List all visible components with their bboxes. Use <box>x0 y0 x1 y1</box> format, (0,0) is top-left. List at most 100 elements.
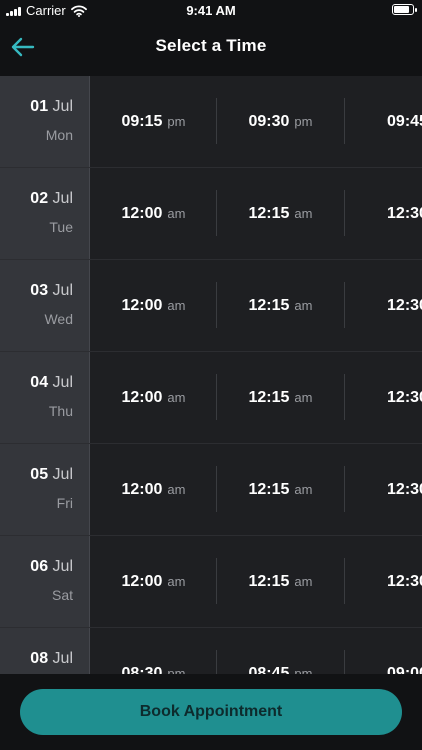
date-cell: 06 Jul Sat <box>0 536 90 627</box>
time-period: am <box>294 390 313 405</box>
time-slot[interactable]: 12:15 am <box>217 444 344 535</box>
time-value: 12:15 <box>248 204 290 222</box>
time-slot[interactable]: 12:00 am <box>90 260 217 351</box>
book-appointment-button[interactable]: Book Appointment <box>20 689 402 735</box>
footer: Book Appointment <box>0 674 422 750</box>
date-day: 02 <box>30 190 49 207</box>
date-cell: 08 Jul <box>0 628 90 674</box>
time-value: 12:00 <box>121 296 163 314</box>
time-value: 12:30 <box>387 204 422 222</box>
date-label: 08 Jul <box>30 650 73 668</box>
date-day: 05 <box>30 466 49 483</box>
time-slot[interactable]: 12:30 <box>344 168 422 259</box>
time-slot[interactable]: 12:30 <box>344 352 422 443</box>
time-period: am <box>294 482 313 497</box>
date-month: Jul <box>52 466 73 483</box>
time-slot[interactable]: 09:00 <box>344 628 422 675</box>
time-period: pm <box>167 114 186 129</box>
schedule-list[interactable]: 01 Jul Mon 09:15 pm 09:30 pm 09:45 02 Jul Tue 12:… <box>0 76 422 674</box>
time-period: pm <box>294 114 313 129</box>
time-slot[interactable]: 12:30 <box>344 444 422 535</box>
time-slot[interactable]: 12:30 <box>344 260 422 351</box>
time-value: 08:30 <box>121 664 163 675</box>
slot-divider <box>216 558 217 604</box>
slot-divider <box>344 558 345 604</box>
clock-time: 9:41 AM <box>186 3 236 18</box>
time-value: 09:00 <box>387 664 422 675</box>
date-cell: 01 Jul Mon <box>0 76 90 167</box>
time-slot[interactable]: 09:15 pm <box>90 76 217 167</box>
weekday-label: Wed <box>44 311 73 327</box>
time-slot[interactable]: 12:15 am <box>217 536 344 627</box>
slot-divider <box>216 190 217 236</box>
slot-divider <box>344 282 345 328</box>
time-slot[interactable]: 12:00 am <box>90 444 217 535</box>
time-slot[interactable]: 09:45 <box>344 76 422 167</box>
date-row: 02 Jul Tue 12:00 am 12:15 am 12:30 <box>0 168 422 260</box>
time-period: am <box>167 574 186 589</box>
date-row: 03 Jul Wed 12:00 am 12:15 am 12:30 <box>0 260 422 352</box>
date-cell: 03 Jul Wed <box>0 260 90 351</box>
time-slot[interactable]: 12:00 am <box>90 168 217 259</box>
time-value: 12:00 <box>121 388 163 406</box>
time-period: am <box>167 298 186 313</box>
date-month: Jul <box>52 558 73 575</box>
date-row: 08 Jul 08:30 pm 08:45 pm 09:00 <box>0 628 422 674</box>
date-label: 01 Jul <box>30 98 73 116</box>
date-row: 01 Jul Mon 09:15 pm 09:30 pm 09:45 <box>0 76 422 168</box>
date-day: 08 <box>30 650 49 667</box>
weekday-label: Fri <box>56 495 73 511</box>
weekday-label: Sat <box>51 587 73 603</box>
time-value: 12:15 <box>248 388 290 406</box>
date-label: 02 Jul <box>30 190 73 208</box>
date-cell: 04 Jul Thu <box>0 352 90 443</box>
slot-divider <box>216 466 217 512</box>
date-month: Jul <box>52 190 73 207</box>
page-title: Select a Time <box>155 36 267 55</box>
date-row: 05 Jul Fri 12:00 am 12:15 am 12:30 <box>0 444 422 536</box>
time-slot[interactable]: 12:30 <box>344 536 422 627</box>
slot-divider <box>344 190 345 236</box>
time-slot[interactable]: 09:30 pm <box>217 76 344 167</box>
battery-icon <box>392 4 417 15</box>
time-period: am <box>294 206 313 221</box>
slot-divider <box>216 98 217 144</box>
date-day: 04 <box>30 374 49 391</box>
weekday-label: Mon <box>45 127 73 143</box>
status-bar: Carrier 9:41 AM <box>0 0 422 22</box>
time-period: am <box>167 390 186 405</box>
battery-fill <box>394 6 409 13</box>
time-period: am <box>167 206 186 221</box>
time-value: 09:30 <box>248 112 290 130</box>
time-slot[interactable]: 08:30 pm <box>90 628 217 675</box>
time-value: 12:15 <box>248 296 290 314</box>
slot-divider <box>216 374 217 420</box>
time-slot[interactable]: 12:00 am <box>90 352 217 443</box>
time-value: 12:15 <box>248 480 290 498</box>
time-value: 12:00 <box>121 480 163 498</box>
time-value: 12:30 <box>387 572 422 590</box>
slot-divider <box>216 650 217 674</box>
time-value: 12:30 <box>387 480 422 498</box>
date-day: 03 <box>30 282 49 299</box>
slot-divider <box>216 282 217 328</box>
date-day: 06 <box>30 558 49 575</box>
time-slot[interactable]: 08:45 pm <box>217 628 344 675</box>
date-row: 06 Jul Sat 12:00 am 12:15 am 12:30 <box>0 536 422 628</box>
time-slot[interactable]: 12:00 am <box>90 536 217 627</box>
time-period: am <box>167 482 186 497</box>
date-month: Jul <box>52 374 73 391</box>
slot-divider <box>344 374 345 420</box>
time-slot[interactable]: 12:15 am <box>217 168 344 259</box>
time-value: 09:15 <box>121 112 163 130</box>
time-value: 09:45 <box>387 112 422 130</box>
time-period: pm <box>167 666 186 674</box>
slot-divider <box>344 650 345 674</box>
time-value: 12:00 <box>121 204 163 222</box>
date-row: 04 Jul Thu 12:00 am 12:15 am 12:30 <box>0 352 422 444</box>
time-slot[interactable]: 12:15 am <box>217 260 344 351</box>
slot-divider <box>344 98 345 144</box>
time-slot[interactable]: 12:15 am <box>217 352 344 443</box>
nav-bar: Select a Time <box>0 22 422 76</box>
date-month: Jul <box>52 98 73 115</box>
